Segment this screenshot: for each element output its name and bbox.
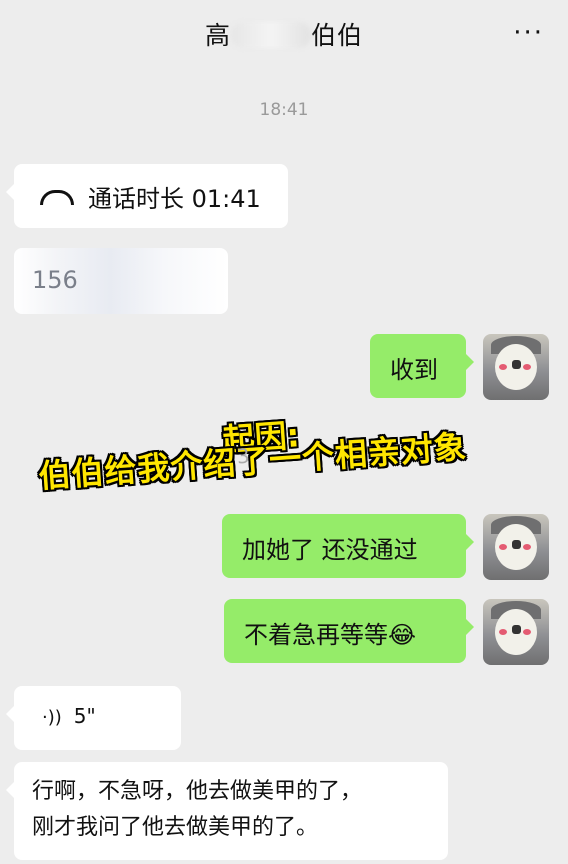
user-avatar[interactable] <box>483 599 549 665</box>
title-prefix: 高 <box>204 21 231 50</box>
user-avatar[interactable] <box>483 334 549 400</box>
message-text: 收到 <box>390 356 438 384</box>
overlay-partial-digit: 3 <box>236 443 252 469</box>
sent-message-bubble[interactable]: 加她了 还没通过 <box>222 514 474 578</box>
received-message-bubble[interactable]: 行啊，不急呀，他去做美甲的了， 刚才我问了他去做美甲的了。 <box>6 762 448 860</box>
voice-message-bubble[interactable]: ·)) 5" <box>6 686 181 750</box>
call-duration-text: 通话时长 01:41 <box>88 185 261 213</box>
message-text-line: 刚才我问了他去做美甲的了。 <box>32 815 319 840</box>
sent-message-bubble[interactable]: 不着急再等等😂 <box>224 599 474 663</box>
voice-duration: 5" <box>73 704 96 728</box>
user-avatar[interactable] <box>483 514 549 580</box>
more-options-icon[interactable]: ··· <box>513 18 544 48</box>
message-timestamp: 18:41 <box>259 100 309 120</box>
voice-wave-icon: ·)) <box>42 707 62 728</box>
chat-header: 高 伯伯 ··· <box>0 0 568 70</box>
redacted-name <box>231 22 311 48</box>
title-suffix: 伯伯 <box>311 21 364 50</box>
overlay-caption-line: 伯伯给我介绍了一个相亲对象 <box>37 427 469 496</box>
message-text: 加她了 还没通过 <box>242 536 418 564</box>
message-text: 不着急再等等😂 <box>244 621 417 649</box>
phone-number-prefix: 156 <box>32 266 78 294</box>
phone-hangup-icon <box>40 190 74 205</box>
sent-message-bubble[interactable]: 收到 <box>370 334 474 398</box>
message-text-line: 行啊，不急呀，他去做美甲的了， <box>32 779 363 804</box>
chat-title[interactable]: 高 伯伯 <box>0 16 568 52</box>
redacted-phone-bubble[interactable]: 156 <box>14 248 228 314</box>
call-record-bubble[interactable]: 通话时长 01:41 <box>6 164 288 228</box>
